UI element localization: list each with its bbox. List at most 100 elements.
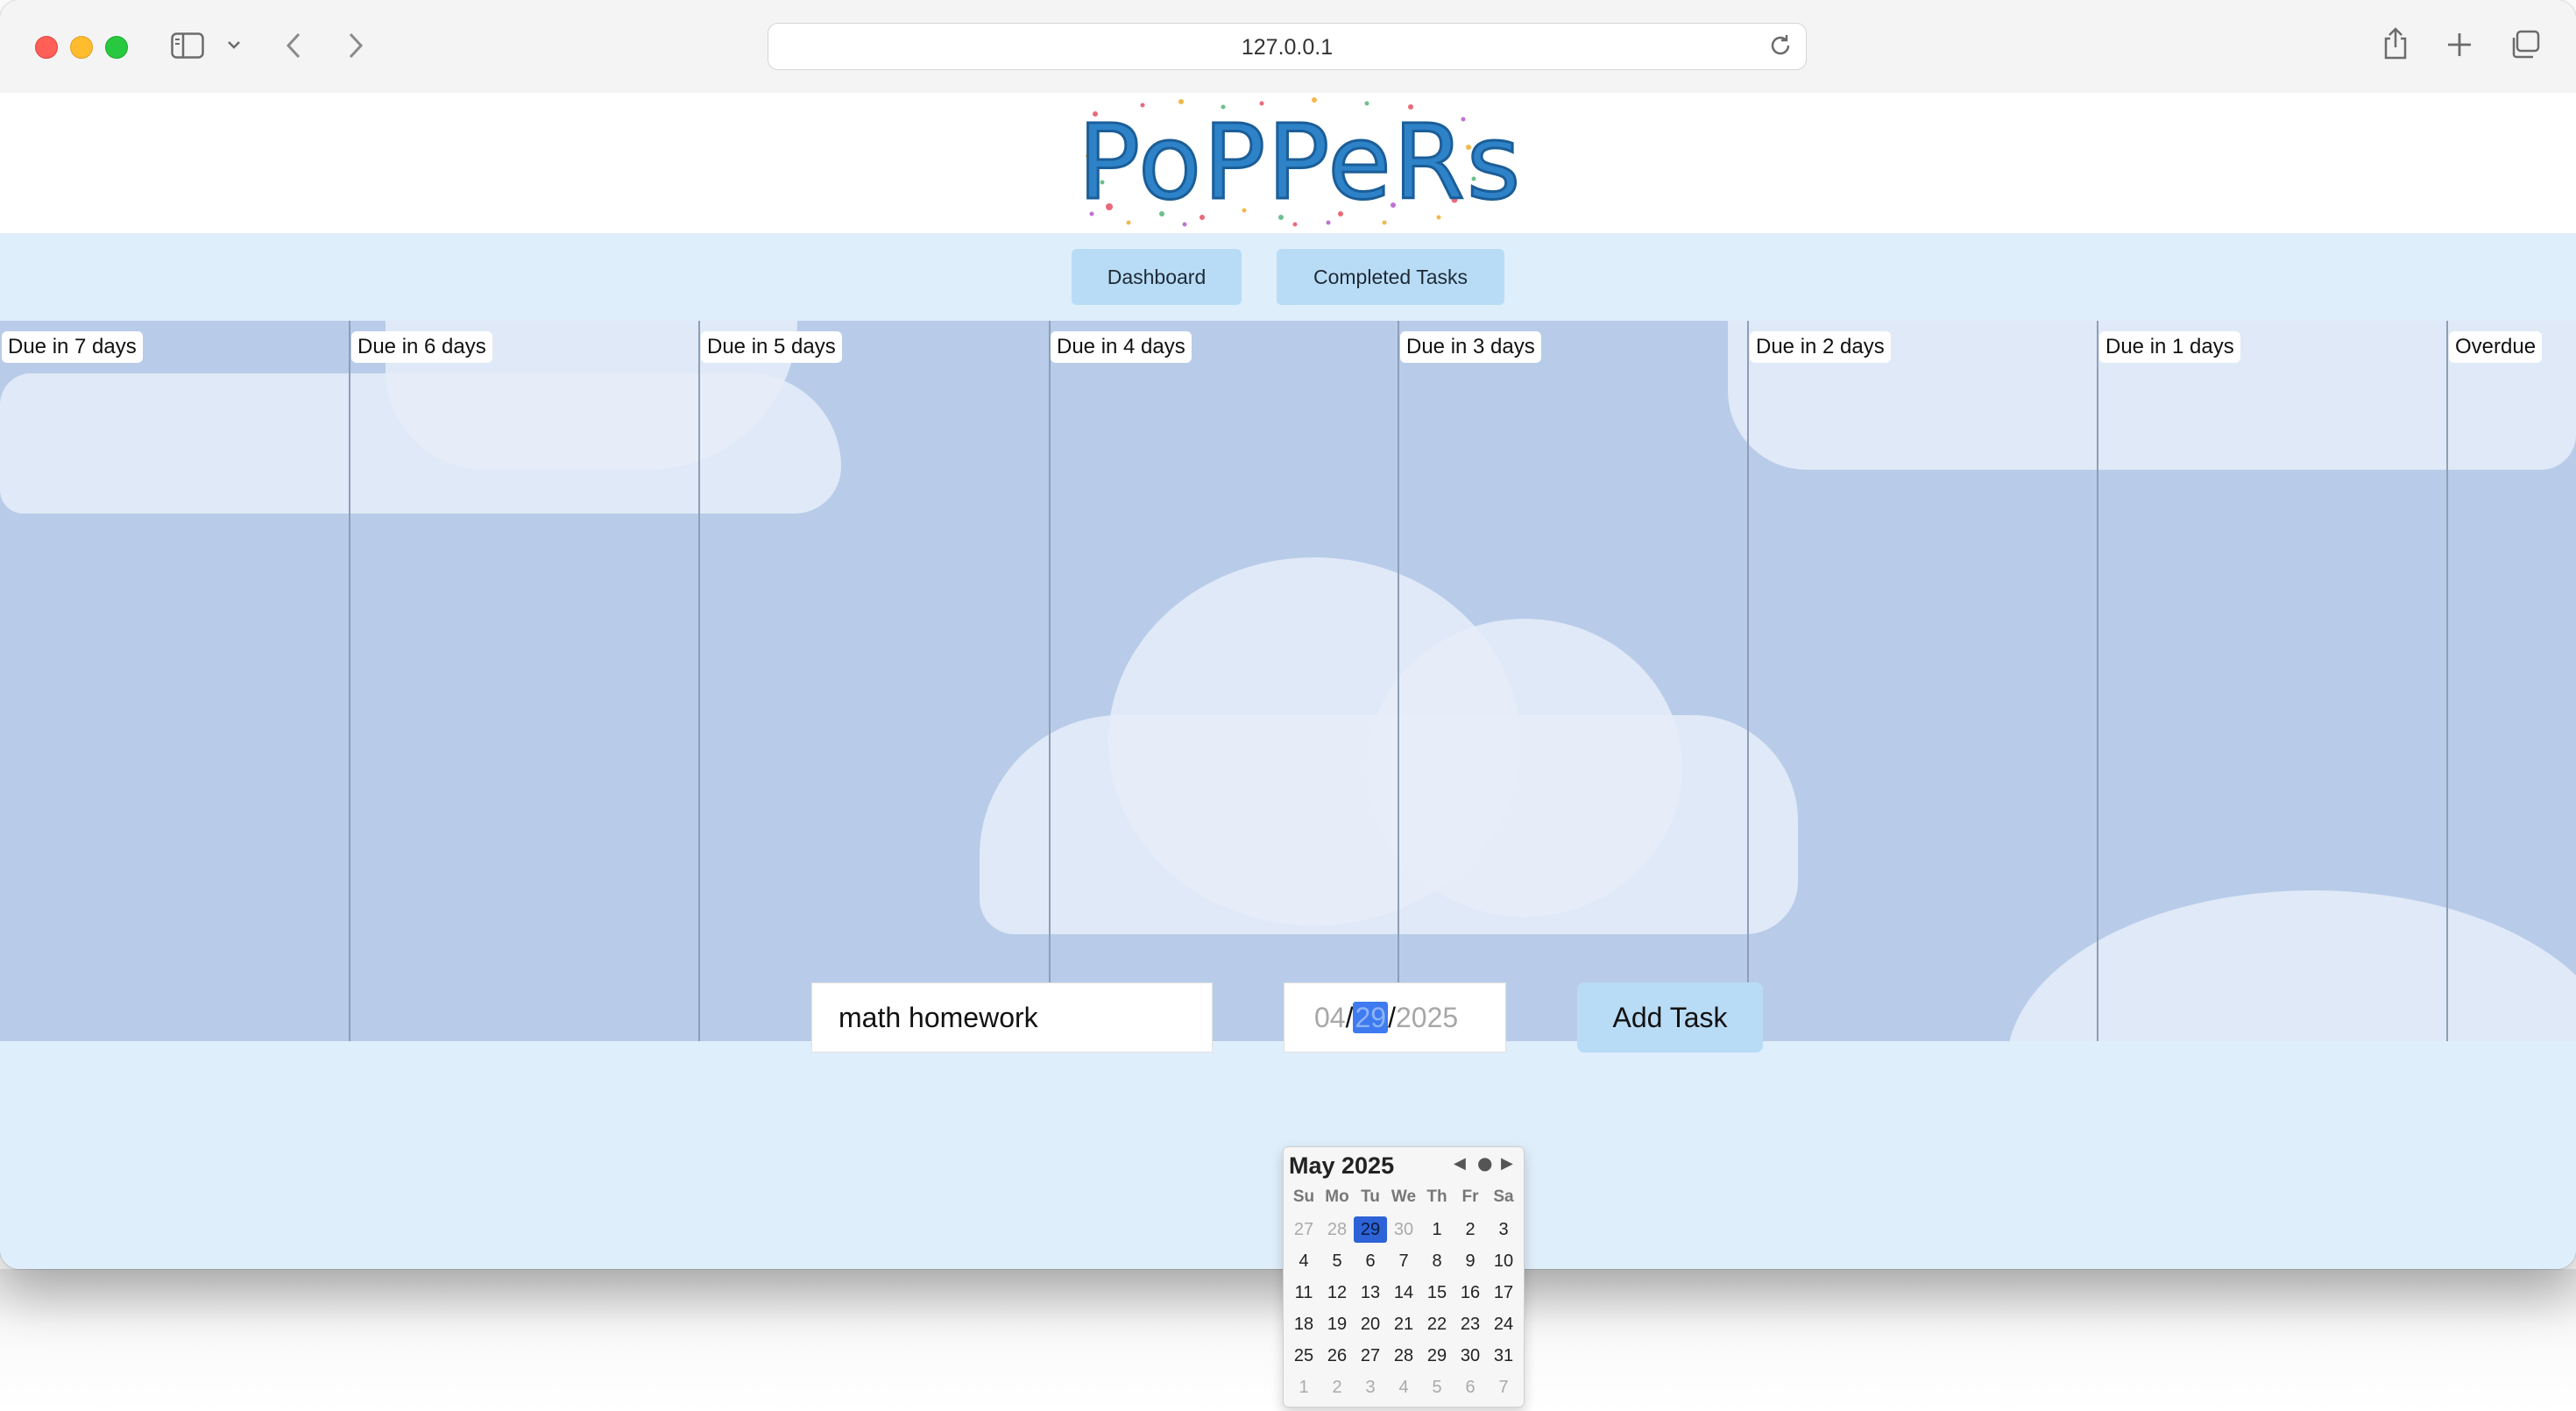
add-task-button[interactable]: Add Task [1577, 982, 1763, 1053]
date-separator: / [1388, 1002, 1396, 1033]
column-label-due-5: Due in 5 days [701, 331, 842, 363]
calendar-day[interactable]: 19 [1320, 1308, 1354, 1340]
calendar-week-row: 11 12 13 14 15 16 17 [1287, 1277, 1520, 1308]
calendar-day[interactable]: 4 [1287, 1245, 1320, 1277]
calendar-day[interactable]: 30 [1387, 1214, 1420, 1245]
calendar-day[interactable]: 27 [1354, 1340, 1387, 1372]
calendar-day[interactable]: 6 [1354, 1245, 1387, 1277]
task-board: Due in 7 days Due in 6 days Due in 5 day… [0, 321, 2576, 1041]
calendar-day[interactable]: 1 [1287, 1372, 1320, 1403]
column-divider [2446, 321, 2448, 1041]
column-divider [1747, 321, 1749, 1041]
cloud-bottom-right [2006, 890, 2576, 1041]
column-label-due-2: Due in 2 days [1750, 331, 1891, 363]
weekday-label: Fr [1461, 1188, 1479, 1206]
calendar-week-row: 27 28 29 30 1 2 3 [1287, 1214, 1520, 1245]
column-label-due-6: Due in 6 days [351, 331, 492, 363]
column-label-due-3: Due in 3 days [1400, 331, 1541, 363]
sidebar-toggle-icon[interactable] [171, 32, 204, 59]
calendar-day[interactable]: 7 [1487, 1372, 1520, 1403]
calendar-day[interactable]: 24 [1487, 1308, 1520, 1340]
calendar-day[interactable]: 1 [1420, 1214, 1454, 1245]
calendar-day[interactable]: 15 [1420, 1277, 1454, 1308]
calendar-day[interactable]: 13 [1354, 1277, 1387, 1308]
calendar-day[interactable]: 10 [1487, 1245, 1520, 1277]
app-header: PoPPeRs [0, 93, 2576, 233]
calendar-day[interactable]: 26 [1320, 1340, 1354, 1372]
date-day[interactable]: 29 [1353, 1002, 1389, 1033]
close-window-button[interactable] [35, 36, 58, 59]
weekday-label: Mo [1325, 1188, 1349, 1206]
calendar-day[interactable]: 5 [1420, 1372, 1454, 1403]
completed-tasks-button[interactable]: Completed Tasks [1277, 249, 1504, 305]
date-year[interactable]: 2025 [1396, 1002, 1458, 1033]
back-arrow-icon[interactable] [285, 32, 302, 60]
column-divider [698, 321, 700, 1041]
calendar-day[interactable]: 3 [1354, 1372, 1387, 1403]
calendar-day[interactable]: 2 [1454, 1214, 1487, 1245]
calendar-grid: 27 28 29 30 1 2 3 4 5 6 7 8 9 10 11 12 13 14 15 16 17 18 19 20 2… [1287, 1214, 1520, 1403]
calendar-day[interactable]: 20 [1354, 1308, 1387, 1340]
calendar-day[interactable]: 28 [1387, 1340, 1420, 1372]
calendar-day[interactable]: 22 [1420, 1308, 1454, 1340]
calendar-day[interactable]: 14 [1387, 1277, 1420, 1308]
calendar-day[interactable]: 25 [1287, 1340, 1320, 1372]
column-divider [1398, 321, 1399, 1041]
prev-month-icon[interactable]: ◀ [1454, 1154, 1466, 1173]
calendar-day[interactable]: 2 [1320, 1372, 1354, 1403]
calendar-day[interactable]: 12 [1320, 1277, 1354, 1308]
calendar-day[interactable]: 23 [1454, 1308, 1487, 1340]
cloud-center-puff-2 [1367, 619, 1682, 917]
calendar-day[interactable]: 4 [1387, 1372, 1420, 1403]
calendar-week-row: 1234567 [1287, 1372, 1520, 1403]
calendar-day[interactable]: 27 [1287, 1214, 1320, 1245]
browser-window: 127.0.0.1 PoPPeRs Dashboard Completed Ta… [0, 0, 2576, 1269]
calendar-day[interactable]: 8 [1420, 1245, 1454, 1277]
due-date-input[interactable]: 04/29/2025 [1284, 982, 1506, 1053]
new-tab-icon[interactable] [2446, 32, 2473, 58]
next-month-icon[interactable]: ▶ [1501, 1154, 1513, 1173]
forward-arrow-icon[interactable] [347, 32, 364, 60]
calendar-day[interactable]: 9 [1454, 1245, 1487, 1277]
reload-icon[interactable] [1767, 32, 1794, 59]
calendar-week-row: 25 26 27 28 29 30 31 [1287, 1340, 1520, 1372]
calendar-month-title: May 2025 [1289, 1152, 1395, 1179]
weekday-header: Su Mo Tu We Th Fr Sa [1287, 1188, 1520, 1207]
calendar-day[interactable]: 5 [1320, 1245, 1354, 1277]
weekday-label: Tu [1361, 1188, 1380, 1206]
calendar-day[interactable]: 16 [1454, 1277, 1487, 1308]
calendar-day[interactable]: 7 [1387, 1245, 1420, 1277]
page: PoPPeRs Dashboard Completed Tasks Due in… [0, 93, 2576, 1269]
calendar-day[interactable]: 11 [1287, 1277, 1320, 1308]
calendar-day[interactable]: 29 [1420, 1340, 1454, 1372]
today-dot-icon[interactable]: ● [1477, 1152, 1492, 1173]
column-label-due-4: Due in 4 days [1051, 331, 1192, 363]
column-divider [1049, 321, 1051, 1041]
tab-overview-icon[interactable] [2509, 30, 2541, 60]
calendar-day[interactable]: 6 [1454, 1372, 1487, 1403]
calendar-day[interactable]: 29 [1354, 1216, 1387, 1243]
calendar-day[interactable]: 18 [1287, 1308, 1320, 1340]
calendar-day[interactable]: 30 [1454, 1340, 1487, 1372]
weekday-label: Sa [1493, 1188, 1514, 1206]
dashboard-button[interactable]: Dashboard [1072, 249, 1242, 305]
calendar-week-row: 18 19 20 21 22 23 24 [1287, 1308, 1520, 1340]
date-month[interactable]: 04 [1314, 1002, 1346, 1033]
chevron-down-icon[interactable] [227, 39, 241, 50]
calendar-day[interactable]: 28 [1320, 1214, 1354, 1245]
weekday-label: Th [1426, 1188, 1447, 1206]
address-bar[interactable]: 127.0.0.1 [768, 23, 1807, 70]
zoom-window-button[interactable] [105, 36, 128, 59]
task-name-input[interactable]: math homework [811, 982, 1213, 1053]
share-icon[interactable] [2381, 26, 2410, 61]
calendar-day[interactable]: 17 [1487, 1277, 1520, 1308]
calendar-day[interactable]: 21 [1387, 1308, 1420, 1340]
minimize-window-button[interactable] [70, 36, 93, 59]
column-divider [349, 321, 350, 1041]
column-label-overdue: Overdue [2449, 331, 2543, 363]
calendar-day[interactable]: 3 [1487, 1214, 1520, 1245]
logo-text: PoPPeRs [1077, 101, 1523, 224]
date-picker-popover: May 2025 ◀ ● ▶ Su Mo Tu We Th Fr Sa 27 28… [1283, 1146, 1525, 1407]
column-label-due-1: Due in 1 days [2099, 331, 2240, 363]
calendar-day[interactable]: 31 [1487, 1340, 1520, 1372]
